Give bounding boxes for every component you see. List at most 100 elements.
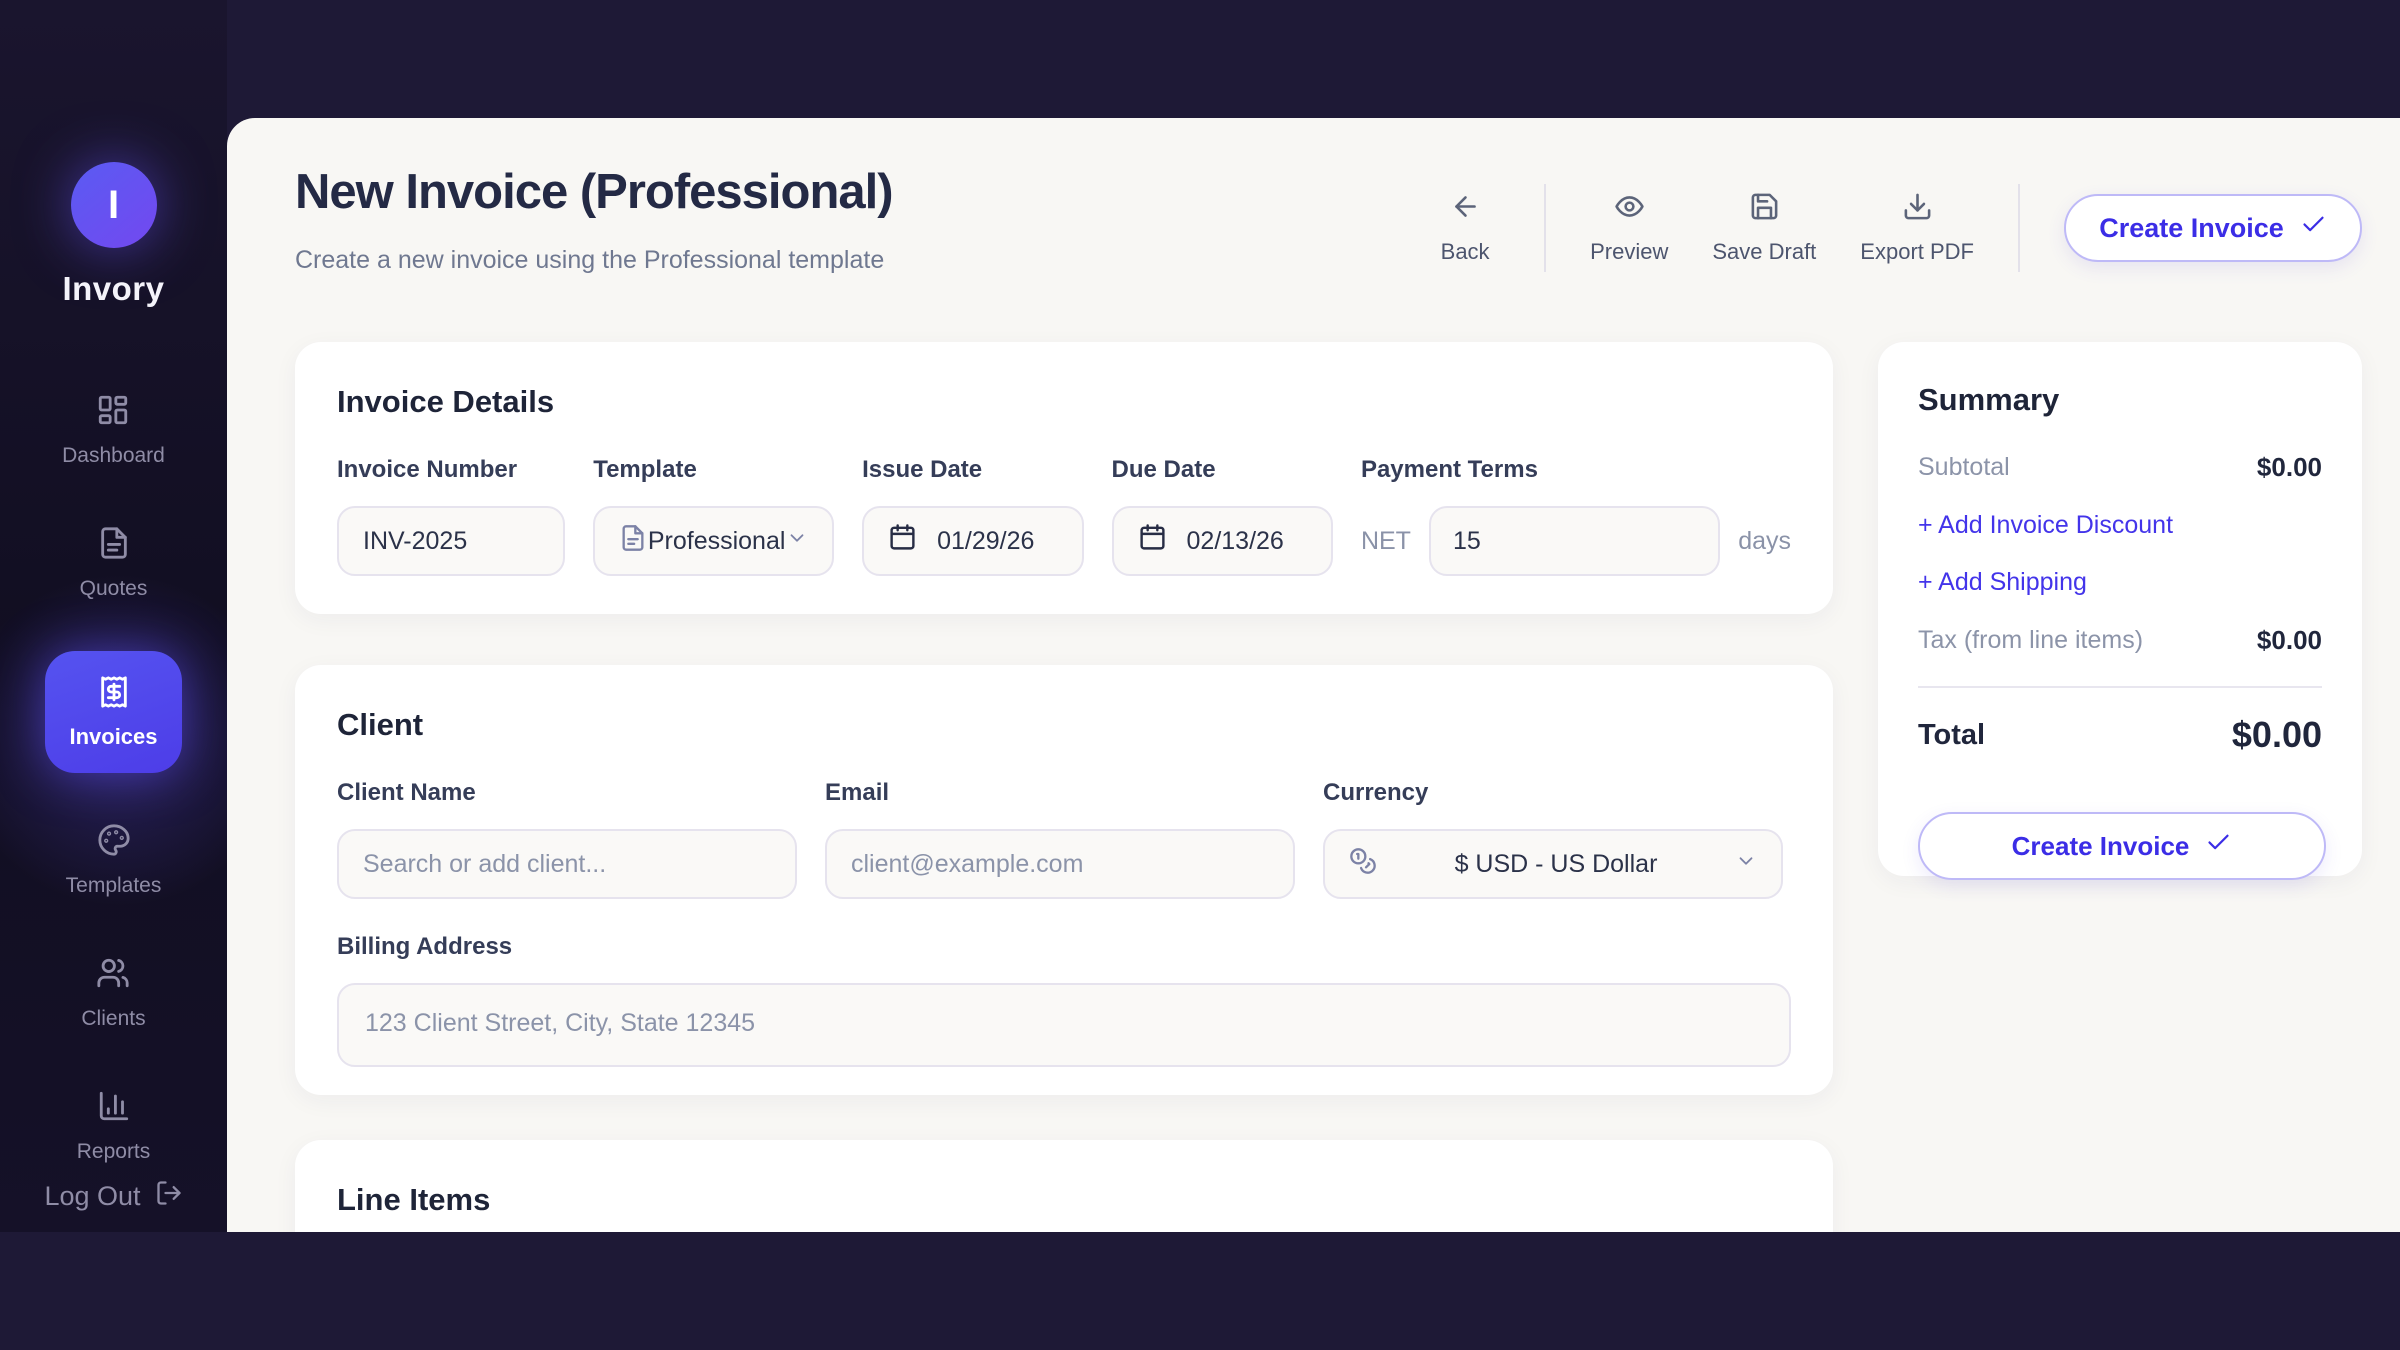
export-pdf-button[interactable]: Export PDF <box>1860 191 1974 265</box>
summary-card: Summary Subtotal $0.00 + Add Invoice Dis… <box>1878 342 2362 876</box>
chevron-down-icon <box>786 527 808 556</box>
issue-date-group: Issue Date 01/29/26 <box>862 456 1083 576</box>
save-icon <box>1749 191 1780 227</box>
sidebar-item-invoices[interactable]: Invoices <box>45 651 182 773</box>
sidebar-item-quotes[interactable]: Quotes <box>80 526 148 601</box>
currency-value: $ USD - US Dollar <box>1377 850 1735 879</box>
create-invoice-label: Create Invoice <box>2012 831 2190 862</box>
sidebar-item-label: Templates <box>66 874 162 898</box>
save-draft-button[interactable]: Save Draft <box>1712 191 1816 265</box>
coins-icon <box>1349 847 1377 882</box>
billing-address-textarea[interactable] <box>337 983 1791 1067</box>
client-card: Client Client Name Email Currency $ USD … <box>295 665 1833 1095</box>
due-date-field[interactable]: 02/13/26 <box>1112 506 1333 576</box>
client-email-group: Email <box>825 779 1295 899</box>
create-invoice-button-top[interactable]: Create Invoice <box>2064 194 2362 262</box>
sidebar-item-reports[interactable]: Reports <box>77 1089 151 1164</box>
subtotal-row: Subtotal $0.00 <box>1918 452 2322 483</box>
client-name-input[interactable] <box>337 829 797 899</box>
logout-icon <box>155 1179 183 1214</box>
page-subtitle: Create a new invoice using the Professio… <box>295 246 884 275</box>
preview-label: Preview <box>1590 239 1668 265</box>
create-invoice-label: Create Invoice <box>2099 213 2284 244</box>
tax-label: Tax (from line items) <box>1918 626 2143 655</box>
download-icon <box>1902 191 1933 227</box>
client-email-input[interactable] <box>825 829 1295 899</box>
page-title: New Invoice (Professional) <box>295 164 893 220</box>
client-email-label: Email <box>825 779 1295 807</box>
templates-icon <box>97 823 131 862</box>
summary-divider <box>1918 686 2322 688</box>
client-heading: Client <box>337 707 1791 743</box>
logo-circle: I <box>71 162 157 248</box>
file-text-icon <box>619 524 647 559</box>
sidebar-item-templates[interactable]: Templates <box>66 823 162 898</box>
app-name: Invory <box>62 270 164 308</box>
currency-select[interactable]: $ USD - US Dollar <box>1323 829 1783 899</box>
check-icon <box>2205 829 2232 863</box>
calendar-icon <box>1138 523 1167 559</box>
billing-address-label: Billing Address <box>337 933 1791 961</box>
dashboard-icon <box>96 393 130 432</box>
sidebar-item-label: Reports <box>77 1140 151 1164</box>
app-logo: I Invory <box>0 162 227 308</box>
invoice-number-group: Invoice Number <box>337 456 565 576</box>
invoice-details-fields: Invoice Number Template Professional Iss… <box>337 456 1791 576</box>
logout-button[interactable]: Log Out <box>0 1179 227 1214</box>
payment-terms-input[interactable] <box>1429 506 1720 576</box>
due-date-label: Due Date <box>1112 456 1333 484</box>
total-row: Total $0.00 <box>1918 714 2322 756</box>
payment-terms-label: Payment Terms <box>1361 456 1791 484</box>
sidebar-item-dashboard[interactable]: Dashboard <box>62 393 165 468</box>
quotes-icon <box>97 526 131 565</box>
clients-icon <box>96 956 130 995</box>
total-label: Total <box>1918 719 1985 752</box>
logo-letter: I <box>108 183 119 228</box>
logout-label: Log Out <box>44 1181 140 1212</box>
currency-label: Currency <box>1323 779 1783 807</box>
template-group: Template Professional <box>593 456 834 576</box>
create-invoice-button-summary[interactable]: Create Invoice <box>1918 812 2326 880</box>
add-shipping-link[interactable]: + Add Shipping <box>1918 568 2322 597</box>
due-date-group: Due Date 02/13/26 <box>1112 456 1333 576</box>
sidebar-item-label: Quotes <box>80 577 148 601</box>
add-invoice-discount-link[interactable]: + Add Invoice Discount <box>1918 511 2322 540</box>
arrow-left-icon <box>1450 191 1481 227</box>
tax-row: Tax (from line items) $0.00 <box>1918 625 2322 656</box>
total-value: $0.00 <box>2232 714 2322 756</box>
sidebar-item-label: Invoices <box>69 724 157 750</box>
export-pdf-label: Export PDF <box>1860 239 1974 265</box>
net-prefix: NET <box>1361 527 1411 556</box>
template-label: Template <box>593 456 834 484</box>
sidebar-item-label: Clients <box>81 1007 145 1031</box>
sidebar-item-clients[interactable]: Clients <box>81 956 145 1031</box>
client-name-label: Client Name <box>337 779 797 807</box>
preview-button[interactable]: Preview <box>1590 191 1668 265</box>
client-name-group: Client Name <box>337 779 797 899</box>
invoices-icon <box>97 675 131 714</box>
toolbar-divider <box>2018 184 2020 272</box>
payment-terms-row: NET days <box>1361 506 1791 576</box>
sidebar-nav: Dashboard Quotes Invoices Templates Clie… <box>0 393 227 1164</box>
template-select[interactable]: Professional <box>593 506 834 576</box>
currency-group: Currency $ USD - US Dollar <box>1323 779 1783 899</box>
invoice-details-heading: Invoice Details <box>337 384 1791 420</box>
line-items-card: Line Items <box>295 1140 1833 1232</box>
summary-heading: Summary <box>1918 382 2322 418</box>
issue-date-value: 01/29/26 <box>937 527 1034 556</box>
save-draft-label: Save Draft <box>1712 239 1816 265</box>
calendar-icon <box>888 523 917 559</box>
chevron-down-icon <box>1735 850 1757 879</box>
client-fields: Client Name Email Currency $ USD - US Do… <box>337 779 1791 899</box>
payment-terms-group: Payment Terms NET days <box>1361 456 1791 576</box>
toolbar-divider <box>1544 184 1546 272</box>
subtotal-value: $0.00 <box>2257 452 2322 483</box>
check-icon <box>2300 211 2327 245</box>
issue-date-field[interactable]: 01/29/26 <box>862 506 1083 576</box>
invoice-number-label: Invoice Number <box>337 456 565 484</box>
template-value: Professional <box>647 527 786 556</box>
line-items-heading: Line Items <box>337 1182 1791 1218</box>
back-button[interactable]: Back <box>1430 191 1500 265</box>
invoice-number-input[interactable] <box>337 506 565 576</box>
reports-icon <box>97 1089 131 1128</box>
